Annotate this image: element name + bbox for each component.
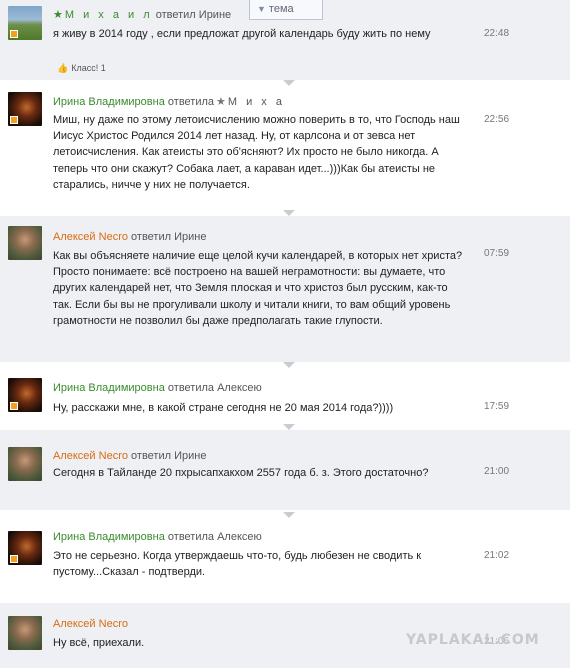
avatar[interactable] <box>8 447 42 481</box>
comment-header: Ирина Владимировна ответила Алексею <box>53 382 262 394</box>
comment-text: Как вы объясняете наличие еще целой кучи… <box>53 250 463 327</box>
comment-header: ★ М и х а и л ответил Ирине <box>53 8 231 21</box>
addressee-link[interactable]: Ирине <box>174 231 206 243</box>
reply-verb: ответил <box>131 231 172 243</box>
thread-button-label: тема <box>268 3 294 15</box>
comment-text: Ну, расскажи мне, в какой стране сегодня… <box>53 402 394 414</box>
like-count-label: Класс! 1 <box>71 63 106 73</box>
timestamp: 17:59 <box>484 401 510 412</box>
reply-verb: ответил <box>155 9 196 21</box>
author-link[interactable]: Ирина Владимировна <box>53 96 165 108</box>
addressee-link[interactable]: Алексею <box>217 531 262 543</box>
comment-header: Алексей Necro ответил Ирине <box>53 231 206 243</box>
avatar[interactable] <box>8 531 42 565</box>
author-link[interactable]: Алексей Necro <box>53 450 128 462</box>
online-badge <box>10 116 18 124</box>
reply-verb: ответила <box>167 96 215 108</box>
comment-5: Алексей Necro ответил Ирине Сегодня в Та… <box>0 430 570 510</box>
timestamp: 07:59 <box>484 248 510 259</box>
comment-4: Ирина Владимировна ответила Алексею Ну, … <box>0 368 570 424</box>
comment-text: Сегодня в Тайланде 20 пхрысапхакхом 2557… <box>53 467 429 479</box>
comment-text: Это не серьезно. Когда утверждаешь что-т… <box>53 550 422 579</box>
timestamp: 22:48 <box>484 28 510 39</box>
author-link[interactable]: Ирина Владимировна <box>53 382 165 394</box>
timestamp: 21:00 <box>484 466 510 477</box>
online-badge <box>10 30 18 38</box>
star-icon: ★ <box>216 96 226 108</box>
thumbs-up-icon: 👍 <box>57 63 69 73</box>
comment-header: Алексей Necro <box>53 618 128 630</box>
addressee-link[interactable]: Алексею <box>217 382 262 394</box>
comment-2: Ирина Владимировна ответила ★ М и х а Миш,… <box>0 86 570 208</box>
avatar[interactable] <box>8 616 42 650</box>
star-icon: ★ <box>53 9 63 21</box>
comment-3: Алексей Necro ответил Ирине Как вы объяс… <box>0 216 570 362</box>
reply-verb: ответила <box>167 382 215 394</box>
comment-text: я живу в 2014 году , если предложат друг… <box>53 28 431 40</box>
avatar[interactable] <box>8 6 42 40</box>
author-link[interactable]: Алексей Necro <box>53 231 128 243</box>
comment-header: Алексей Necro ответил Ирине <box>53 450 206 462</box>
timestamp: 21:02 <box>484 550 510 561</box>
reply-verb: ответила <box>167 531 215 543</box>
like-counter[interactable]: 👍 Класс! 1 <box>57 63 106 74</box>
addressee-link[interactable]: М и х а <box>228 96 285 108</box>
avatar[interactable] <box>8 226 42 260</box>
comment-header: Ирина Владимировна ответила ★ М и х а <box>53 95 285 108</box>
author-link[interactable]: Алексей Necro <box>53 618 128 630</box>
online-badge <box>10 555 18 563</box>
avatar[interactable] <box>8 92 42 126</box>
thread-button[interactable]: ▼ тема <box>249 0 323 20</box>
online-badge <box>10 402 18 410</box>
triangle-down-icon: ▼ <box>257 4 266 14</box>
timestamp: 22:56 <box>484 114 510 125</box>
avatar[interactable] <box>8 378 42 412</box>
comment-text: Миш, ну даже по этому летоисчислению мож… <box>53 114 460 191</box>
author-link[interactable]: Ирина Владимировна <box>53 531 165 543</box>
addressee-link[interactable]: Ирине <box>174 450 206 462</box>
watermark: YAPLAKAL.COM <box>406 632 540 648</box>
comment-header: Ирина Владимировна ответила Алексею <box>53 531 262 543</box>
addressee-link[interactable]: Ирине <box>199 9 231 21</box>
comment-6: Ирина Владимировна ответила Алексею Это … <box>0 518 570 602</box>
reply-verb: ответил <box>131 450 172 462</box>
author-link[interactable]: М и х а и л <box>65 9 153 21</box>
